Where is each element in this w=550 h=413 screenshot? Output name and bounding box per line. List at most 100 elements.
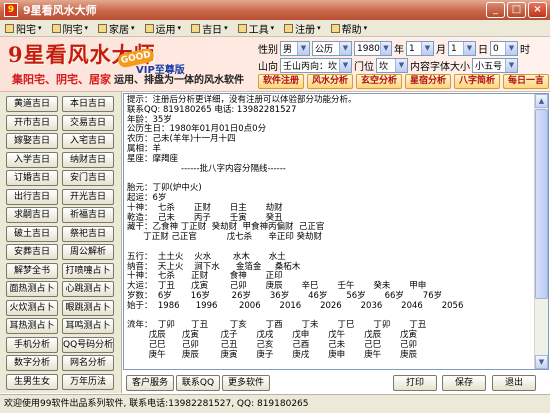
sidebar-button[interactable]: 面热测占卜 <box>6 281 58 297</box>
sidebar-button[interactable]: 出行吉日 <box>6 188 58 205</box>
month-unit: 月 <box>436 45 446 56</box>
sidebar-button[interactable]: 耳热测占卜 <box>6 318 58 334</box>
chevron-down-icon: ▾ <box>224 24 228 32</box>
menu-item[interactable]: 注册 ▾ <box>279 20 326 37</box>
scroll-up-icon[interactable]: ▲ <box>535 94 548 108</box>
sidebar-button[interactable]: 黄道吉日 <box>6 96 58 112</box>
vertical-scrollbar[interactable]: ▲ ▼ <box>534 94 548 369</box>
scroll-down-icon[interactable]: ▼ <box>535 355 548 369</box>
chevron-down-icon: ▾ <box>363 24 368 32</box>
sidebar-button[interactable]: 周公解析 <box>62 244 114 260</box>
top-action-button[interactable]: 软件注册 <box>258 74 304 89</box>
sidebar-button[interactable]: 万年历法 <box>62 373 114 390</box>
chevron-down-icon[interactable]: ▼ <box>505 42 517 55</box>
result-line: 戊辰 戊寅 戊子 戊戌 戊申 戊午 戊辰 戊寅 <box>127 330 418 341</box>
maximize-button[interactable]: □ <box>507 2 526 18</box>
sidebar-button[interactable]: 耳鸣测占卜 <box>62 318 114 334</box>
chevron-down-icon[interactable]: ▼ <box>379 42 391 55</box>
chevron-down-icon[interactable]: ▼ <box>339 42 351 55</box>
door-label: 门位 <box>354 62 374 73</box>
sidebar-button[interactable]: 本日吉日 <box>62 96 114 112</box>
result-line: 星座：摩羯座 <box>127 153 179 164</box>
chevron-down-icon[interactable]: ▼ <box>297 42 309 55</box>
sidebar-button[interactable]: 入学吉日 <box>6 151 58 168</box>
customer-service-button[interactable]: 客户服务 <box>126 375 174 391</box>
top-action-button[interactable]: 星宿分析 <box>405 74 451 89</box>
sidebar-button[interactable]: 心跳测占卜 <box>62 281 114 297</box>
top-action-button[interactable]: 玄空分析 <box>356 74 402 89</box>
sidebar-button[interactable]: 求嗣吉日 <box>6 207 58 223</box>
menu-item-label: 工具 <box>248 24 269 36</box>
menu-item[interactable]: 阴宅 ▾ <box>47 20 94 37</box>
top-action-button[interactable]: 每日一言 <box>503 74 549 89</box>
hour-select[interactable]: 0 ▼ <box>490 41 518 56</box>
chevron-down-icon[interactable]: ▼ <box>421 42 433 55</box>
sidebar-button[interactable]: QQ号码分析 <box>62 336 114 353</box>
result-line: 庚午 庚辰 庚寅 庚子 庚戌 庚申 庚午 庚辰 <box>127 349 418 360</box>
sidebar-button[interactable]: 开市吉日 <box>6 114 58 131</box>
sidebar-button[interactable]: 交易吉日 <box>62 114 114 131</box>
sidebar-button[interactable]: 订婚吉日 <box>6 170 58 186</box>
sidebar-button[interactable]: 生男生女 <box>6 373 58 390</box>
menu-item[interactable]: 家居 ▾ <box>93 20 140 37</box>
menu-icon <box>191 23 201 33</box>
exit-button[interactable]: 退出 <box>492 375 536 391</box>
calendar-select[interactable]: 公历 ▼ <box>312 41 352 56</box>
year-select[interactable]: 1980 ▼ <box>354 41 392 56</box>
month-select[interactable]: 1 ▼ <box>406 41 434 56</box>
save-button[interactable]: 保存 <box>442 375 486 391</box>
banner: 9星看风水大师 GOOD VIP至尊版 集阳宅、阴宅、居家 运用、排盘为一体的风… <box>0 37 550 92</box>
menu-item-label: 阴宅 <box>62 24 83 36</box>
sidebar-button[interactable]: 解梦全书 <box>6 262 58 279</box>
top-action-button[interactable]: 八字简析 <box>454 74 500 89</box>
window-title: 9星看风水大师 <box>23 4 97 17</box>
result-line: 属相：羊 <box>127 144 162 154</box>
door-select[interactable]: 坎 ▼ <box>376 58 408 73</box>
menu-item[interactable]: 工具 ▾ <box>233 20 280 37</box>
hour-unit: 时 <box>520 45 530 56</box>
sidebar-button[interactable]: 入宅吉日 <box>62 133 114 149</box>
menu-icon <box>5 23 14 33</box>
sidebar-button[interactable]: 祭祀吉日 <box>62 225 114 242</box>
mountain-label: 山向 <box>258 62 278 73</box>
menu-item[interactable]: 吉日 ▾ <box>186 20 233 37</box>
chevron-down-icon[interactable]: ▼ <box>395 59 407 72</box>
menu-item-label: 阳宅 <box>16 24 36 36</box>
menu-item[interactable]: 帮助 ▾ <box>326 20 373 37</box>
chevron-down-icon[interactable]: ▼ <box>505 59 517 72</box>
scrollbar-thumb[interactable] <box>535 109 548 299</box>
status-bar: 欢迎使用99软件出品系列软件, 联系电话:13982281527, QQ: 81… <box>0 394 550 413</box>
result-textarea[interactable]: ▲ ▼ 提示：注册后分析更详细，没有注册可以体验部分功能分析。 联系QQ: 819… <box>123 93 549 370</box>
sidebar-button[interactable]: 纳财吉日 <box>62 151 114 168</box>
sidebar-button[interactable]: 开光吉日 <box>62 188 114 205</box>
sidebar-button[interactable]: 祈福吉日 <box>62 207 114 223</box>
mountain-select[interactable]: 壬山丙向：坎 ▼ <box>280 58 352 73</box>
sidebar-button[interactable]: 数字分析 <box>6 355 58 371</box>
sidebar-button[interactable]: 网名分析 <box>62 355 114 371</box>
sidebar-button[interactable]: 安门吉日 <box>62 170 114 186</box>
day-select[interactable]: 1 ▼ <box>448 41 476 56</box>
chevron-down-icon[interactable]: ▼ <box>463 42 475 55</box>
sidebar-button[interactable]: 破土吉日 <box>6 225 58 242</box>
sidebar-button[interactable]: 眼跳测占卜 <box>62 299 114 316</box>
contact-qq-button[interactable]: 联系QQ <box>176 375 220 391</box>
sidebar-button[interactable]: 嫁娶吉日 <box>6 133 58 149</box>
more-software-button[interactable]: 更多软件 <box>222 375 270 391</box>
menu-icon <box>237 23 247 33</box>
close-button[interactable]: × <box>528 2 547 18</box>
sidebar-button[interactable]: 手机分析 <box>6 336 58 353</box>
minimize-button[interactable]: _ <box>486 2 505 18</box>
print-button[interactable]: 打印 <box>393 375 437 391</box>
font-size-select[interactable]: 小五号 ▼ <box>472 58 518 73</box>
app-icon[interactable]: 9 <box>4 3 18 17</box>
menu-icon <box>98 23 108 33</box>
gender-select[interactable]: 男 ▼ <box>280 41 310 56</box>
chevron-down-icon[interactable]: ▼ <box>339 59 351 72</box>
sidebar-button[interactable]: 打喷嚏占卜 <box>62 262 114 279</box>
sidebar-button[interactable]: 安葬吉日 <box>6 244 58 260</box>
menu-icon <box>330 23 340 33</box>
sidebar-button[interactable]: 火炊测占卜 <box>6 299 58 316</box>
menu-item[interactable]: 运用 ▾ <box>140 20 187 37</box>
top-action-button[interactable]: 风水分析 <box>307 74 353 89</box>
menu-item[interactable]: 阳宅 ▾ <box>0 20 47 37</box>
